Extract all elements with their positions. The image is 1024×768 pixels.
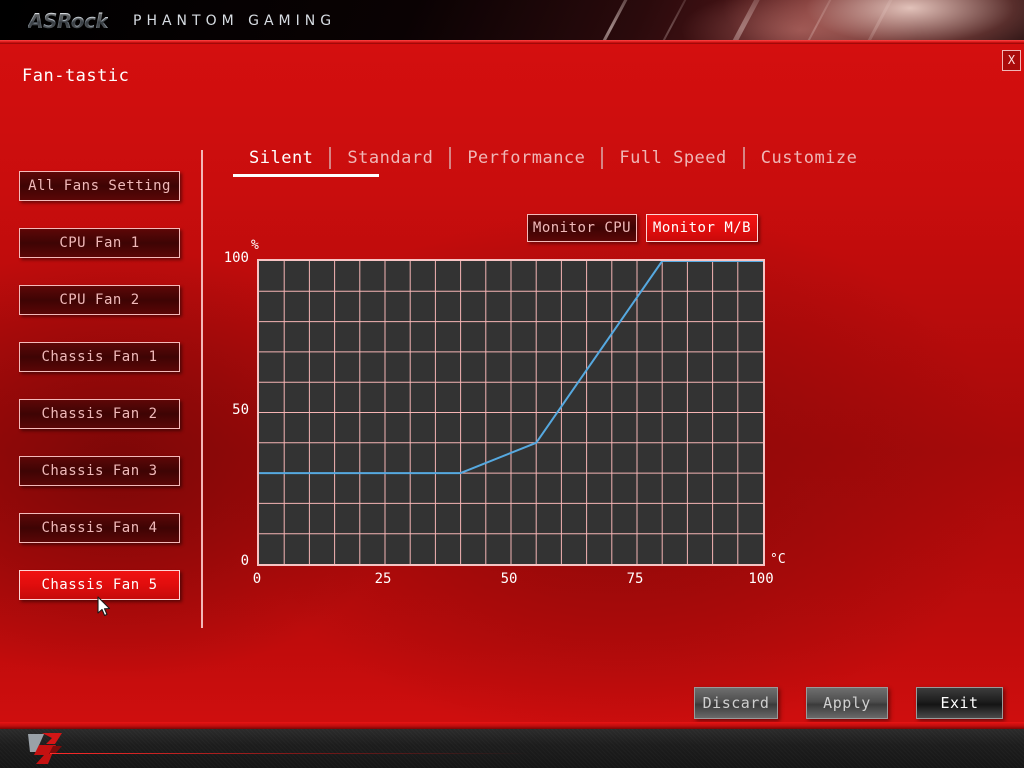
tab-separator	[742, 147, 745, 169]
sidebar-item-label: Chassis Fan 2	[41, 406, 158, 422]
tab-full-speed[interactable]: Full Speed	[603, 148, 742, 168]
banner-streak	[578, 0, 643, 44]
tab-separator	[449, 147, 452, 169]
monitor-cpu-button[interactable]: Monitor CPU	[527, 214, 637, 242]
sidebar-item-chassis-fan-3[interactable]: Chassis Fan 3	[19, 456, 180, 486]
mouse-cursor	[97, 596, 111, 617]
banner-streak	[638, 0, 702, 44]
monitor-mb-button[interactable]: Monitor M/B	[646, 214, 758, 242]
active-tab-underline	[233, 174, 379, 177]
tab-performance[interactable]: Performance	[451, 148, 601, 168]
exit-button[interactable]: Exit	[916, 687, 1003, 719]
status-bar: English Mon 08/24/2020, 12:50:41	[0, 729, 1024, 768]
banner-streak	[843, 0, 908, 44]
fan-profile-tabs: Silent Standard Performance Full Speed Custo…	[233, 140, 873, 176]
footer-red-rule	[0, 722, 1024, 729]
sidebar-item-label: Chassis Fan 3	[41, 463, 158, 479]
sidebar-item-label: All Fans Setting	[28, 178, 171, 194]
asrock-logo: ASRock	[28, 9, 109, 33]
sidebar-item-chassis-fan-4[interactable]: Chassis Fan 4	[19, 513, 180, 543]
tab-separator	[601, 147, 604, 169]
sidebar-item-label: Chassis Fan 5	[41, 577, 158, 593]
footer-logo-sweep	[50, 753, 530, 754]
tab-customize[interactable]: Customize	[745, 148, 874, 168]
bios-fan-tastic-screen: ASRock PHANTOM GAMING Fan-tastic X All F…	[0, 0, 1024, 768]
close-icon[interactable]: X	[1002, 50, 1021, 71]
page-title: Fan-tastic	[22, 66, 130, 86]
banner-streak	[783, 0, 847, 44]
tab-separator	[329, 147, 332, 169]
header-banner: ASRock PHANTOM GAMING	[0, 0, 1024, 44]
sidebar-item-label: CPU Fan 2	[59, 292, 140, 308]
sidebar-item-chassis-fan-2[interactable]: Chassis Fan 2	[19, 399, 180, 429]
phantom-gaming-wordmark: PHANTOM GAMING	[133, 13, 337, 29]
sidebar-item-label: Chassis Fan 1	[41, 349, 158, 365]
phantom-gaming-logo-icon	[28, 733, 62, 764]
tab-silent[interactable]: Silent	[233, 148, 329, 168]
banner-streak	[708, 0, 775, 44]
sidebar-divider	[201, 150, 203, 628]
sidebar-item-label: Chassis Fan 4	[41, 520, 158, 536]
sidebar-item-all-fans-setting[interactable]: All Fans Setting	[19, 171, 180, 201]
tab-standard[interactable]: Standard	[331, 148, 449, 168]
sidebar-item-cpu-fan-2[interactable]: CPU Fan 2	[19, 285, 180, 315]
sidebar-item-cpu-fan-1[interactable]: CPU Fan 1	[19, 228, 180, 258]
sidebar-item-label: CPU Fan 1	[59, 235, 140, 251]
apply-button[interactable]: Apply	[806, 687, 888, 719]
discard-button[interactable]: Discard	[694, 687, 778, 719]
fan-selector-sidebar: All Fans Setting CPU Fan 1 CPU Fan 2 Chassi…	[19, 171, 182, 627]
sidebar-item-chassis-fan-1[interactable]: Chassis Fan 1	[19, 342, 180, 372]
